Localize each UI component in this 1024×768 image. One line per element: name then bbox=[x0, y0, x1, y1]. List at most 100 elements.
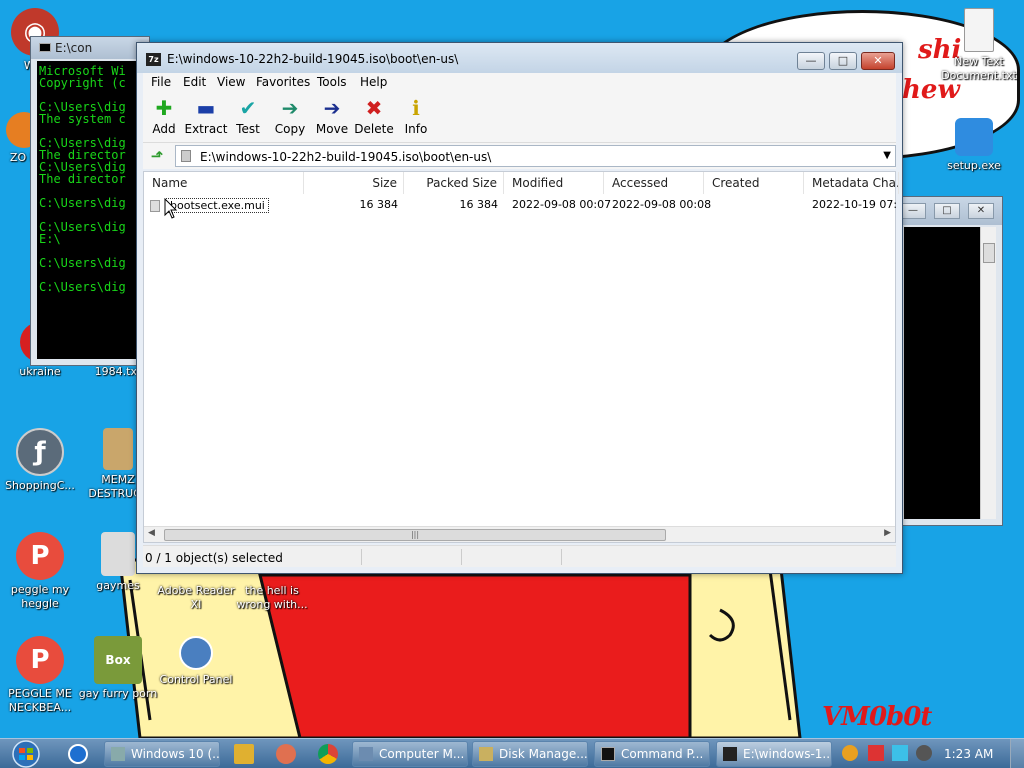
desktop-icon-label: ShoppingC... bbox=[5, 479, 75, 492]
chrome-icon[interactable] bbox=[318, 744, 338, 764]
taskbar-item-computer-management[interactable]: Computer M... bbox=[352, 741, 468, 767]
horizontal-scrollbar[interactable]: ◀ ||| ▶ bbox=[144, 526, 895, 542]
maximize-button[interactable]: □ bbox=[934, 203, 960, 219]
column-header-metadata-changed[interactable]: Metadata Cha... bbox=[804, 172, 899, 194]
menu-tools[interactable]: Tools bbox=[317, 75, 347, 89]
console-secondary-output[interactable] bbox=[904, 227, 980, 519]
info-button[interactable]: ℹ Info bbox=[393, 97, 439, 136]
desktop-icon-peggle[interactable]: P peggle my heggle bbox=[0, 532, 80, 611]
column-header-created[interactable]: Created bbox=[704, 172, 804, 194]
menu-help[interactable]: Help bbox=[360, 75, 387, 89]
scrollbar-thumb[interactable] bbox=[983, 243, 995, 263]
console-line: E:\ bbox=[39, 232, 61, 246]
test-button[interactable]: ✔ Test bbox=[225, 97, 271, 136]
move-button[interactable]: ➔ Move bbox=[309, 97, 355, 136]
taskbar-item-label: E:\windows-1... bbox=[743, 747, 832, 761]
window-titlebar[interactable]: 7z E:\windows-10-22h2-build-19045.iso\bo… bbox=[137, 43, 902, 73]
status-bar: 0 / 1 object(s) selected bbox=[143, 545, 896, 567]
close-button[interactable]: ✕ bbox=[968, 203, 994, 219]
volume-icon[interactable] bbox=[916, 745, 932, 761]
address-bar: ⬏ E:\windows-10-22h2-build-19045.iso\boo… bbox=[143, 143, 896, 169]
desktop-icon-setup[interactable]: setup.exe bbox=[934, 118, 1014, 173]
file-modified: 2022-09-08 00:07 bbox=[512, 198, 612, 211]
close-button[interactable]: ✕ bbox=[861, 52, 895, 70]
scrollbar-thumb[interactable]: ||| bbox=[164, 529, 666, 541]
taskbar-item-vm[interactable]: Windows 10 (... bbox=[104, 741, 220, 767]
column-header-modified[interactable]: Modified bbox=[504, 172, 604, 194]
desktop-icon-furry[interactable]: Box gay furry porn bbox=[78, 636, 158, 701]
disk-management-icon bbox=[479, 747, 493, 761]
flash-icon: ƒ bbox=[16, 428, 64, 476]
sevenzip-icon: 7z bbox=[146, 53, 161, 66]
desktop-icon-label: gay furry porn bbox=[78, 687, 158, 700]
desktop-icon-label: peggle my heggle bbox=[10, 583, 70, 610]
desktop-icon-thehell[interactable]: the hell is wrong with... bbox=[232, 584, 312, 612]
file-name[interactable]: bootsect.exe.mui bbox=[166, 198, 269, 213]
desktop-icon-peggle-neckbeard[interactable]: P PEGGLE ME NECKBEA... bbox=[0, 636, 80, 715]
desktop-icon-new-text[interactable]: New Text Document.txt bbox=[934, 8, 1024, 83]
column-header-size[interactable]: Size bbox=[304, 172, 404, 194]
vertical-scrollbar[interactable] bbox=[980, 227, 996, 519]
taskbar-item-command-prompt[interactable]: Command P... bbox=[594, 741, 710, 767]
taskbar-item-disk-management[interactable]: Disk Manage... bbox=[472, 741, 588, 767]
console-line: C:\Users\dig bbox=[39, 280, 126, 294]
show-desktop-button[interactable] bbox=[1010, 739, 1024, 768]
minus-icon: ▬ bbox=[196, 96, 216, 120]
address-text: E:\windows-10-22h2-build-19045.iso\boot\… bbox=[200, 150, 492, 164]
console-line: C:\Users\dig bbox=[39, 196, 126, 210]
up-folder-icon[interactable]: ⬏ bbox=[147, 146, 167, 166]
paint-icon[interactable] bbox=[276, 744, 296, 764]
info-icon: ℹ bbox=[412, 96, 420, 120]
delete-button[interactable]: ✖ Delete bbox=[351, 97, 397, 136]
desktop-icon-shopping[interactable]: ƒ ShoppingC... bbox=[0, 428, 80, 493]
minimize-button[interactable]: — bbox=[797, 52, 825, 70]
desktop-icon-label: New Text Document.txt bbox=[941, 55, 1017, 82]
file-list[interactable]: Name Size Packed Size Modified Accessed … bbox=[143, 171, 899, 543]
maximize-button[interactable]: □ bbox=[829, 52, 857, 70]
console-title: E:\con bbox=[55, 41, 93, 55]
copy-button[interactable]: ➔ Copy bbox=[267, 97, 313, 136]
network-icon[interactable] bbox=[892, 745, 908, 761]
add-label: Add bbox=[152, 122, 176, 136]
flag-icon[interactable] bbox=[868, 745, 884, 761]
console-secondary-titlebar[interactable]: — □ ✕ bbox=[896, 197, 1002, 225]
menu-view[interactable]: View bbox=[217, 75, 245, 89]
column-header-accessed[interactable]: Accessed bbox=[604, 172, 704, 194]
extract-button[interactable]: ▬ Extract bbox=[183, 97, 229, 136]
desktop-icon-control-panel[interactable]: Control Panel bbox=[156, 636, 236, 687]
control-panel-icon bbox=[179, 636, 213, 670]
console-window-secondary[interactable]: — □ ✕ bbox=[895, 196, 1003, 526]
start-button[interactable] bbox=[6, 740, 46, 768]
window-title: E:\windows-10-22h2-build-19045.iso\boot\… bbox=[167, 52, 459, 66]
menu-edit[interactable]: Edit bbox=[183, 75, 206, 89]
plus-icon: ✚ bbox=[155, 96, 173, 120]
taskbar-item-7zip[interactable]: E:\windows-1... bbox=[716, 741, 832, 767]
status-divider bbox=[561, 549, 562, 565]
console-window[interactable]: E:\con Microsoft Wi Copyright (c C:\Users… bbox=[30, 36, 150, 366]
clock[interactable]: 1:23 AM bbox=[944, 747, 993, 761]
copy-label: Copy bbox=[274, 122, 306, 136]
menu-file[interactable]: File bbox=[151, 75, 171, 89]
minimize-button[interactable]: — bbox=[900, 203, 926, 219]
scroll-right-icon[interactable]: ▶ bbox=[884, 528, 891, 538]
console-output[interactable]: Microsoft Wi Copyright (c C:\Users\dig The… bbox=[37, 61, 149, 359]
console-titlebar[interactable]: E:\con bbox=[31, 37, 149, 59]
column-header-name[interactable]: Name bbox=[144, 172, 304, 194]
internet-explorer-icon[interactable] bbox=[68, 744, 88, 764]
address-field[interactable]: E:\windows-10-22h2-build-19045.iso\boot\… bbox=[175, 145, 896, 167]
add-button[interactable]: ✚ Add bbox=[141, 97, 187, 136]
console-line: The system c bbox=[39, 112, 126, 126]
wallpaper-signature: VM0b0t bbox=[822, 702, 932, 732]
search-icon[interactable] bbox=[842, 745, 858, 761]
status-divider bbox=[361, 549, 362, 565]
sevenzip-window[interactable]: 7z E:\windows-10-22h2-build-19045.iso\bo… bbox=[136, 42, 903, 574]
setup-installer-icon bbox=[955, 118, 993, 156]
desktop-icon-adobe[interactable]: Adobe Reader XI bbox=[156, 584, 236, 612]
console-line: C:\Users\dig bbox=[39, 256, 126, 270]
media-player-icon[interactable] bbox=[234, 744, 254, 764]
chevron-down-icon[interactable]: ▼ bbox=[883, 150, 891, 161]
menu-favorites[interactable]: Favorites bbox=[256, 75, 310, 89]
column-header-packed-size[interactable]: Packed Size bbox=[404, 172, 504, 194]
scroll-left-icon[interactable]: ◀ bbox=[148, 528, 155, 538]
test-label: Test bbox=[236, 122, 260, 136]
